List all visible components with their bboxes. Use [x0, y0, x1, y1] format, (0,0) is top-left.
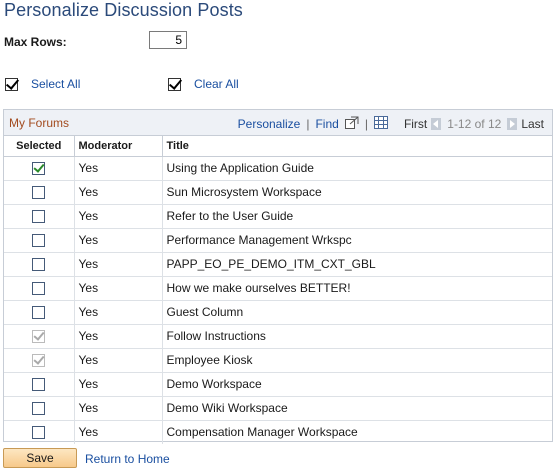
select-all-toggle[interactable]: Select All: [5, 77, 80, 91]
selected-cell: [4, 252, 75, 277]
selected-cell: [4, 180, 75, 205]
select-all-check-icon: [5, 77, 18, 91]
row-select-checkbox[interactable]: [32, 234, 46, 248]
title-cell: Follow Instructions: [162, 324, 552, 349]
moderator-cell: Yes: [74, 420, 163, 444]
moderator-cell: Yes: [74, 204, 163, 229]
moderator-cell: Yes: [74, 228, 163, 253]
table-row: Yes Compensation Manager Workspace: [4, 420, 552, 444]
clear-all-link[interactable]: Clear All: [194, 77, 239, 91]
moderator-cell: Yes: [74, 372, 163, 397]
title-cell: Sun Microsystem Workspace: [162, 180, 552, 205]
clear-all-check-icon: [168, 77, 181, 91]
table-row: Yes Performance Management Wrkspc: [4, 228, 552, 253]
view-all-icon[interactable]: [344, 116, 359, 132]
page-title: Personalize Discussion Posts: [4, 0, 243, 20]
moderator-cell: Yes: [74, 156, 163, 181]
row-select-checkbox: [32, 354, 46, 368]
table-row: Yes Sun Microsystem Workspace: [4, 180, 552, 205]
column-header-selected: Selected: [4, 136, 75, 157]
selected-cell: [4, 300, 75, 325]
selected-cell: [4, 324, 75, 349]
moderator-cell: Yes: [74, 276, 163, 301]
title-cell: Performance Management Wrkspc: [162, 228, 552, 253]
previous-page-icon[interactable]: [431, 118, 442, 130]
row-select-checkbox[interactable]: [32, 282, 46, 296]
column-header-title: Title: [162, 136, 552, 157]
page-range: 1-12 of 12: [447, 117, 502, 131]
title-cell: How we make ourselves BETTER!: [162, 276, 552, 301]
select-all-link[interactable]: Select All: [31, 77, 80, 91]
title-cell: Refer to the User Guide: [162, 204, 552, 229]
table-row: Yes Refer to the User Guide: [4, 204, 552, 229]
selected-cell: [4, 348, 75, 373]
grid-header-bar: My Forums Personalize | Find | First 1-1…: [4, 110, 552, 136]
table-row: Yes Follow Instructions: [4, 324, 552, 349]
selected-cell: [4, 228, 75, 253]
clear-all-toggle[interactable]: Clear All: [168, 77, 239, 91]
personalize-link[interactable]: Personalize: [238, 117, 301, 131]
row-select-checkbox[interactable]: [32, 306, 46, 320]
row-select-checkbox[interactable]: [32, 258, 46, 272]
moderator-cell: Yes: [74, 252, 163, 277]
download-spreadsheet-icon[interactable]: [373, 116, 388, 132]
last-label: Last: [521, 117, 544, 131]
title-cell: Demo Workspace: [162, 372, 552, 397]
row-select-checkbox[interactable]: [32, 426, 46, 440]
table-row: Yes How we make ourselves BETTER!: [4, 276, 552, 301]
title-cell: Using the Application Guide: [162, 156, 552, 181]
grid-title: My Forums: [9, 116, 69, 130]
save-button[interactable]: Save: [3, 448, 77, 468]
column-header-moderator: Moderator: [74, 136, 163, 157]
title-cell: Guest Column: [162, 300, 552, 325]
title-cell: Compensation Manager Workspace: [166, 425, 358, 440]
first-label: First: [403, 117, 428, 131]
return-to-home-link[interactable]: Return to Home: [85, 452, 170, 466]
table-header-row: Selected Moderator Title: [4, 136, 552, 157]
toolbar-divider: |: [364, 117, 368, 131]
moderator-cell: Yes: [74, 180, 163, 205]
selected-cell: [4, 276, 75, 301]
row-select-checkbox[interactable]: [32, 378, 46, 392]
moderator-cell: Yes: [74, 300, 163, 325]
title-cell: PAPP_EO_PE_DEMO_ITM_CXT_GBL: [162, 252, 552, 277]
table-row: Yes Demo Wiki Workspace: [4, 396, 552, 421]
selected-cell: [4, 372, 75, 397]
row-select-checkbox[interactable]: [32, 162, 46, 176]
moderator-cell: Yes: [74, 396, 163, 421]
selected-cell: [4, 396, 75, 421]
find-link[interactable]: Find: [315, 117, 338, 131]
table-row: Yes Guest Column: [4, 300, 552, 325]
grid-toolbar: Personalize | Find | First 1-12 of 12 La…: [238, 116, 544, 132]
title-cell: Demo Wiki Workspace: [162, 396, 552, 421]
row-select-checkbox[interactable]: [32, 402, 46, 416]
max-rows-input[interactable]: [149, 31, 187, 49]
row-select-checkbox: [32, 330, 46, 344]
selected-cell: [4, 204, 75, 229]
table-row: Yes Demo Workspace: [4, 372, 552, 397]
forums-table: Selected Moderator Title Yes Using the Ap…: [4, 136, 552, 444]
forums-grid: My Forums Personalize | Find | First 1-1…: [3, 109, 553, 444]
row-select-checkbox[interactable]: [32, 210, 46, 224]
title-cell: Employee Kiosk: [162, 348, 552, 373]
table-row: Yes Using the Application Guide: [4, 156, 552, 181]
moderator-cell: Yes: [74, 348, 163, 373]
max-rows-label: Max Rows:: [4, 35, 67, 49]
selected-cell: [4, 156, 75, 181]
toolbar-divider: |: [306, 117, 310, 131]
moderator-cell: Yes: [74, 324, 163, 349]
row-select-checkbox[interactable]: [32, 186, 46, 200]
selected-cell: [4, 420, 75, 444]
table-row: Yes Employee Kiosk: [4, 348, 552, 373]
next-page-icon[interactable]: [507, 118, 518, 130]
table-row: Yes PAPP_EO_PE_DEMO_ITM_CXT_GBL: [4, 252, 552, 277]
